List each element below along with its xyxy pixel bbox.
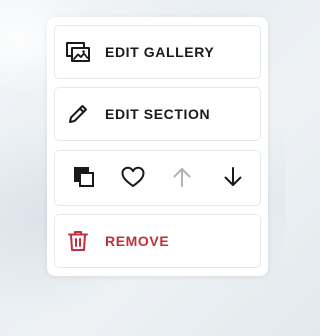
edit-gallery-button[interactable]: EDIT GALLERY (54, 25, 261, 79)
remove-button[interactable]: REMOVE (54, 214, 261, 268)
remove-label: REMOVE (105, 233, 170, 249)
quick-actions-bar (54, 150, 261, 206)
move-down-button[interactable] (219, 165, 247, 193)
edit-section-button[interactable]: EDIT SECTION (54, 87, 261, 141)
arrow-down-icon (221, 165, 245, 194)
edit-gallery-label: EDIT GALLERY (105, 44, 215, 60)
pencil-icon (65, 101, 91, 127)
context-menu: EDIT GALLERY EDIT SECTION REMOVE (47, 17, 268, 276)
favorite-button[interactable] (119, 165, 147, 193)
heart-icon (120, 165, 146, 194)
gallery-icon (65, 39, 91, 65)
duplicate-icon (72, 165, 96, 194)
move-up-button[interactable] (168, 165, 196, 193)
arrow-up-icon (170, 165, 194, 194)
trash-icon (65, 228, 91, 254)
edit-section-label: EDIT SECTION (105, 106, 211, 122)
duplicate-button[interactable] (70, 165, 98, 193)
